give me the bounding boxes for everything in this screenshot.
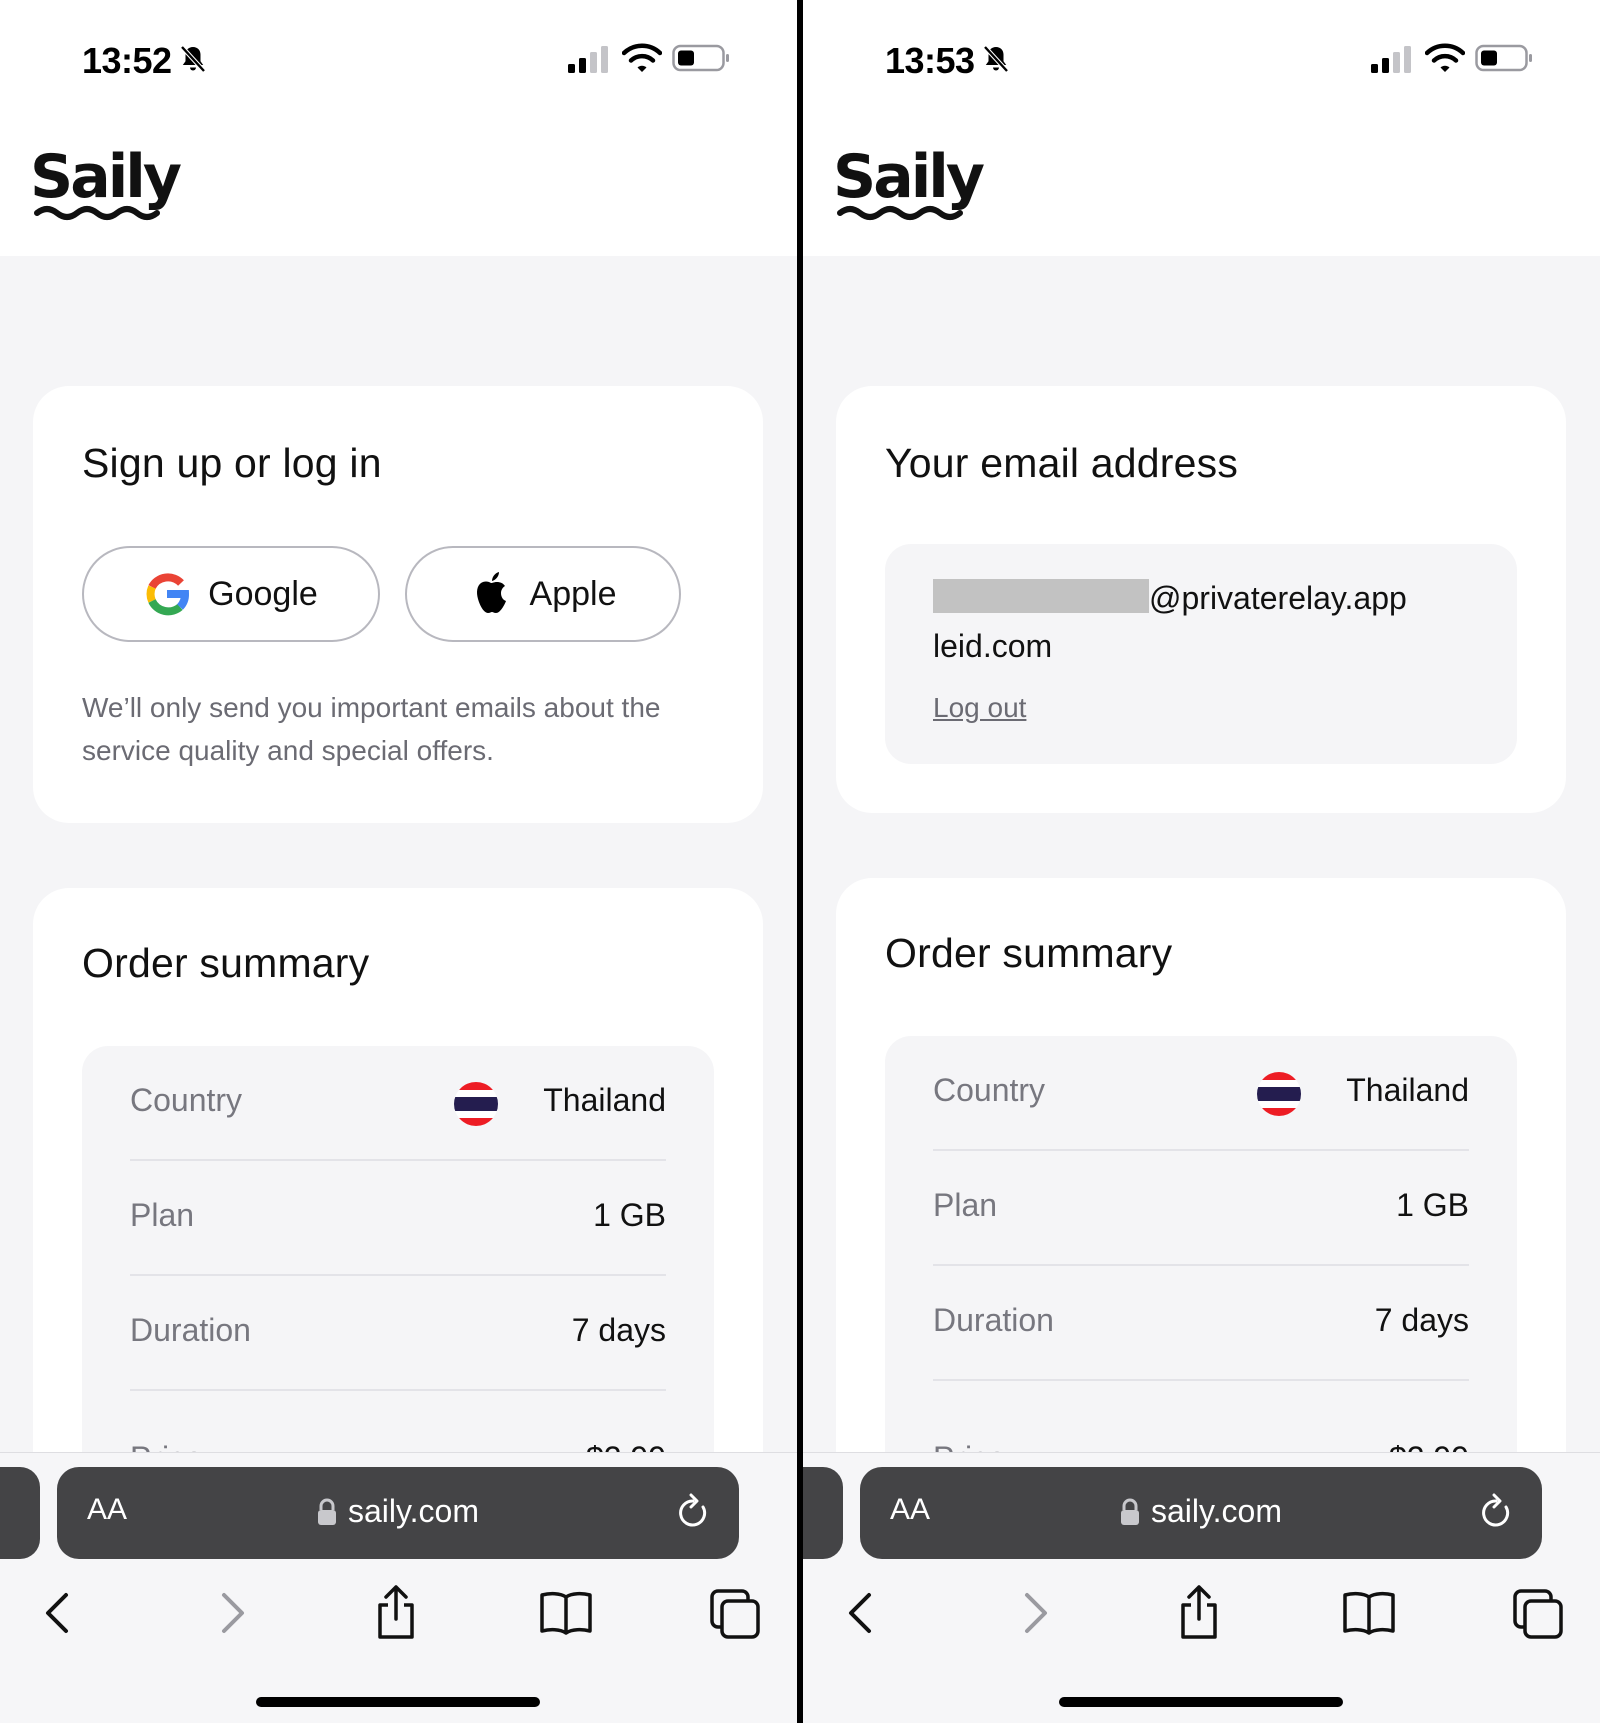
reload-icon[interactable] bbox=[675, 1493, 711, 1533]
order-row-duration: Duration 7 days bbox=[130, 1276, 666, 1391]
home-indicator[interactable] bbox=[256, 1697, 540, 1707]
google-login-button[interactable]: Google bbox=[82, 546, 380, 642]
text-size-button[interactable]: AA bbox=[87, 1493, 127, 1527]
address-bar[interactable]: AA saily.com bbox=[860, 1467, 1542, 1559]
address-bar[interactable]: AA saily.com bbox=[57, 1467, 739, 1559]
cellular-signal-icon bbox=[1371, 46, 1411, 73]
logo-wordmark: Saily bbox=[833, 142, 985, 212]
previous-tab-preview[interactable] bbox=[0, 1467, 40, 1559]
safari-toolbar: AA saily.com bbox=[803, 1452, 1600, 1723]
row-label: Plan bbox=[130, 1197, 195, 1233]
wifi-icon bbox=[622, 43, 662, 72]
bookmarks-icon[interactable] bbox=[1339, 1583, 1399, 1643]
wifi-icon bbox=[1425, 43, 1465, 72]
text-size-button[interactable]: AA bbox=[890, 1493, 930, 1527]
reload-icon[interactable] bbox=[1478, 1493, 1514, 1533]
back-icon[interactable] bbox=[30, 1583, 90, 1643]
logout-link[interactable]: Log out bbox=[933, 692, 1026, 724]
status-bar: 13:52 bbox=[0, 38, 797, 82]
apple-icon bbox=[476, 572, 506, 613]
text-size-label: AA bbox=[890, 1493, 931, 1526]
bell-slash-icon bbox=[180, 45, 206, 73]
url-text: saily.com bbox=[1151, 1493, 1282, 1529]
site-header: 13:53 Saily bbox=[803, 0, 1600, 256]
order-summary-title: Order summary bbox=[885, 930, 1173, 976]
battery-icon bbox=[1475, 44, 1532, 72]
order-row-plan: Plan 1 GB bbox=[130, 1161, 666, 1276]
logo-wave-icon bbox=[837, 206, 963, 220]
row-value: Thailand bbox=[1346, 1072, 1469, 1108]
share-icon[interactable] bbox=[366, 1583, 426, 1643]
share-icon[interactable] bbox=[1169, 1583, 1229, 1643]
login-title: Sign up or log in bbox=[82, 440, 382, 486]
row-value: 1 GB bbox=[1396, 1187, 1469, 1223]
url-text: saily.com bbox=[348, 1493, 479, 1529]
email-box: @privaterelay.app leid.com Log out bbox=[885, 544, 1517, 764]
tabs-icon[interactable] bbox=[706, 1583, 766, 1643]
thailand-flag-icon bbox=[1257, 1072, 1301, 1116]
order-row-plan: Plan 1 GB bbox=[933, 1151, 1469, 1266]
row-value: 7 days bbox=[1374, 1302, 1469, 1338]
order-row-duration: Duration 7 days bbox=[933, 1266, 1469, 1381]
row-label: Plan bbox=[933, 1187, 998, 1223]
redacted-email-part bbox=[933, 579, 1149, 613]
status-bar: 13:53 bbox=[803, 38, 1600, 82]
saily-logo[interactable]: Saily bbox=[833, 142, 1003, 232]
saily-logo[interactable]: Saily bbox=[30, 142, 200, 232]
phone-screen-logged-in: 13:53 Saily Your email address @privater… bbox=[803, 0, 1600, 1723]
apple-login-button[interactable]: Apple bbox=[405, 546, 681, 642]
email-address: @privaterelay.app leid.com bbox=[933, 574, 1407, 670]
text-size-label: AA bbox=[87, 1493, 128, 1526]
battery-icon bbox=[672, 44, 729, 72]
email-domain-line2: leid.com bbox=[933, 628, 1053, 664]
lock-icon bbox=[1121, 1498, 1139, 1525]
login-note: We’ll only send you important emails abo… bbox=[82, 692, 661, 766]
logo-wordmark: Saily bbox=[30, 142, 182, 212]
home-indicator[interactable] bbox=[1059, 1697, 1343, 1707]
row-label: Country bbox=[130, 1082, 243, 1118]
site-header: 13:52 Saily bbox=[0, 0, 797, 256]
row-value: 7 days bbox=[571, 1312, 666, 1348]
safari-toolbar: AA saily.com bbox=[0, 1452, 797, 1723]
tabs-icon[interactable] bbox=[1509, 1583, 1569, 1643]
cellular-signal-icon bbox=[568, 46, 608, 73]
order-row-country: Country Thailand bbox=[130, 1046, 666, 1161]
email-card-title: Your email address bbox=[885, 440, 1239, 486]
previous-tab-preview[interactable] bbox=[803, 1467, 843, 1559]
status-time: 13:53 bbox=[885, 40, 975, 81]
bookmarks-icon[interactable] bbox=[536, 1583, 596, 1643]
thailand-flag-icon bbox=[454, 1082, 498, 1126]
logo-wave-icon bbox=[34, 206, 160, 220]
order-row-country: Country Thailand bbox=[933, 1036, 1469, 1151]
login-card: Sign up or log in Google Apple We’ll onl… bbox=[33, 386, 763, 823]
row-value: 1 GB bbox=[593, 1197, 666, 1233]
row-label: Duration bbox=[933, 1302, 1054, 1338]
apple-label: Apple bbox=[529, 574, 617, 613]
google-icon bbox=[146, 573, 190, 616]
row-label: Country bbox=[933, 1072, 1046, 1108]
order-summary-title: Order summary bbox=[82, 940, 370, 986]
email-domain-line1: @privaterelay.app bbox=[1149, 580, 1407, 616]
row-label: Duration bbox=[130, 1312, 251, 1348]
back-icon[interactable] bbox=[833, 1583, 893, 1643]
lock-icon bbox=[318, 1498, 336, 1525]
google-label: Google bbox=[208, 574, 318, 613]
phone-screen-login: 13:52 Saily Sign up or log in Google App… bbox=[0, 0, 797, 1723]
bell-slash-icon bbox=[983, 45, 1009, 73]
forward-icon[interactable] bbox=[200, 1583, 260, 1643]
status-time: 13:52 bbox=[82, 40, 172, 81]
row-value: Thailand bbox=[543, 1082, 666, 1118]
comparison-screenshots: 13:52 Saily Sign up or log in Google App… bbox=[0, 0, 1600, 1723]
email-card: Your email address @privaterelay.app lei… bbox=[836, 386, 1566, 813]
forward-icon[interactable] bbox=[1003, 1583, 1063, 1643]
